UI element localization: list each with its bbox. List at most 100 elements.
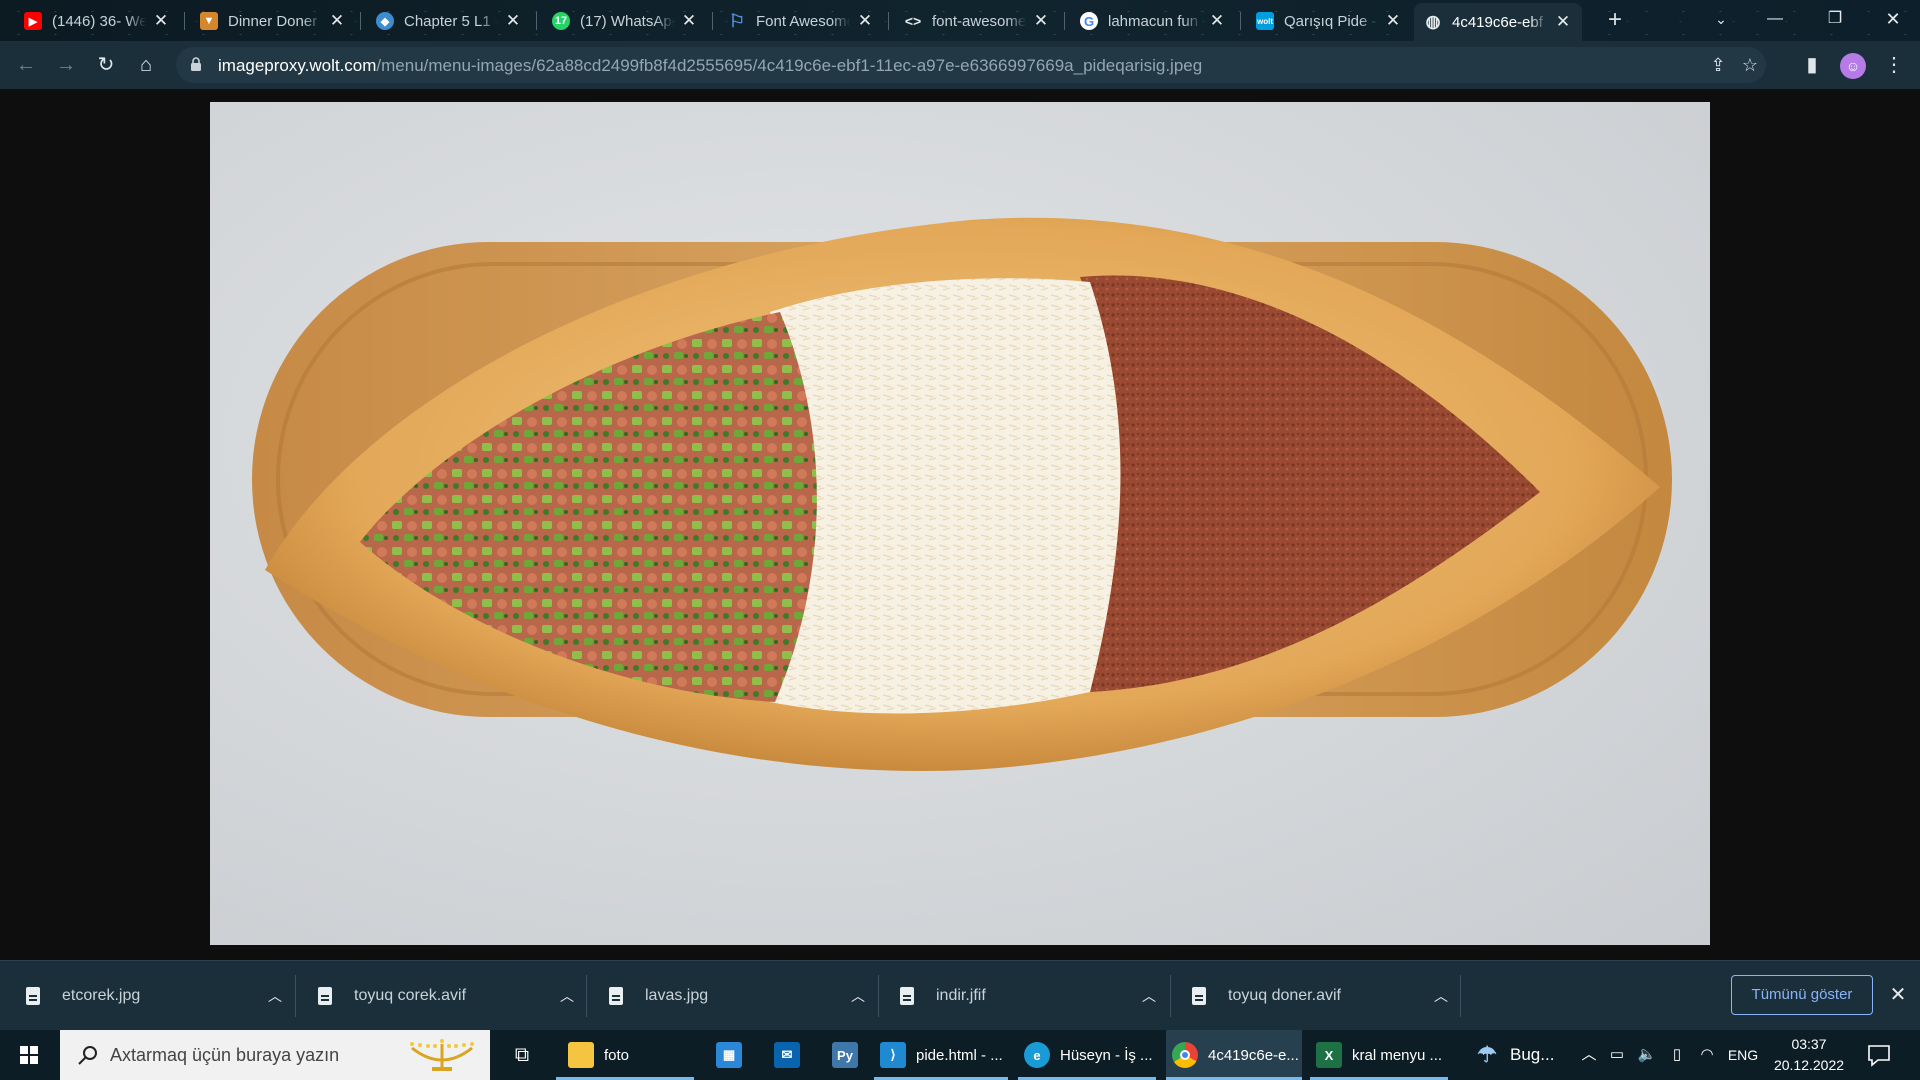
language-indicator[interactable]: ENG [1724, 1030, 1762, 1080]
home-button[interactable]: ⌂ [130, 49, 162, 81]
lock-icon[interactable] [190, 56, 202, 72]
task-view-icon[interactable]: ⧉ [504, 1030, 540, 1080]
download-item[interactable]: etcorek.jpg ︿ [0, 961, 290, 1031]
wifi-icon[interactable]: ◠ [1694, 1030, 1720, 1080]
chrome-icon [1172, 1042, 1198, 1068]
edge-icon: e [1024, 1042, 1050, 1068]
reload-button[interactable]: ↻ [90, 49, 122, 81]
tab-dinner-doner[interactable]: ▼ Dinner Doner ✕ [190, 6, 356, 36]
restore-button[interactable]: ❐ [1808, 0, 1862, 41]
menu-kebab-icon[interactable]: ⋮ [1878, 49, 1910, 81]
taskbar-app-label: Hüseyn - İş ... [1060, 1046, 1153, 1064]
image-viewer [0, 89, 1920, 960]
url-host: imageproxy.wolt.com [218, 56, 377, 75]
taskbar-app-vscode[interactable]: ⟩ pide.html - ... [874, 1030, 1008, 1080]
tab-whatsapp[interactable]: 17 (17) WhatsApp ✕ [542, 6, 708, 36]
close-tab-icon[interactable]: ✕ [856, 11, 874, 31]
download-shelf: etcorek.jpg ︿ toyuq corek.avif ︿ lavas.j… [0, 960, 1920, 1030]
file-icon [318, 987, 332, 1005]
pide-photo[interactable] [210, 102, 1710, 945]
whatsapp-icon: 17 [552, 12, 570, 30]
windows-taskbar: Axtarmaq üçün buraya yazın ⧉ foto ▦ ✉ Py… [0, 1030, 1920, 1080]
device-icon[interactable]: ▯ [1664, 1030, 1690, 1080]
chevron-up-icon[interactable]: ︿ [1134, 986, 1164, 1006]
share-icon[interactable]: ⇪ [1706, 53, 1730, 77]
close-tab-icon[interactable]: ✕ [1032, 11, 1050, 31]
taskbar-app-label: kral menyu ... [1352, 1046, 1443, 1064]
close-tab-icon[interactable]: ✕ [328, 11, 346, 31]
doner-icon: ▼ [200, 12, 218, 30]
file-icon [26, 987, 40, 1005]
tab-chapter[interactable]: ◆ Chapter 5 L1 - ✕ [366, 6, 532, 36]
profile-avatar[interactable]: ☺ [1840, 53, 1866, 79]
download-item[interactable]: toyuq doner.avif ︿ [1166, 961, 1456, 1031]
close-shelf-icon[interactable]: ✕ [1884, 981, 1912, 1009]
back-button[interactable]: ← [10, 49, 42, 81]
taskbar-app-label: foto [604, 1046, 630, 1064]
flag-icon: ⚐ [728, 10, 746, 31]
taskbar-search-box[interactable]: Axtarmaq üçün buraya yazın [60, 1030, 490, 1080]
taskbar-app-excel[interactable]: X kral menyu ... [1310, 1030, 1448, 1080]
clock-date: 20.12.2022 [1773, 1057, 1845, 1073]
close-tab-icon[interactable]: ✕ [680, 11, 698, 31]
taskbar-app-store[interactable]: ▦ [706, 1030, 752, 1080]
tab-title: lahmacun fun [1108, 12, 1199, 30]
code-icon: <> [904, 13, 922, 29]
chevron-up-icon[interactable]: ︿ [260, 986, 290, 1006]
chevron-up-icon[interactable]: ︿ [1426, 986, 1456, 1006]
tab-font-awesome-code[interactable]: <> font-awesome ✕ [894, 6, 1060, 36]
download-item[interactable]: indir.jfif ︿ [874, 961, 1164, 1031]
close-tab-icon[interactable]: ✕ [152, 11, 170, 31]
tab-search-icon[interactable]: ⌄ [1694, 0, 1748, 41]
tab-title: Font Awesome [756, 12, 850, 30]
taskbar-app-chrome[interactable]: 4c419c6e-e... [1166, 1030, 1302, 1080]
download-item[interactable]: lavas.jpg ︿ [583, 961, 873, 1031]
taskbar-app-edge[interactable]: e Hüseyn - İş ... [1018, 1030, 1156, 1080]
windows-start-icon[interactable] [0, 1030, 58, 1080]
close-window-button[interactable]: ✕ [1866, 0, 1920, 41]
tab-wolt-pide[interactable]: wolt Qarışıq Pide - ✕ [1246, 6, 1412, 36]
menorah-icon[interactable] [406, 1038, 478, 1072]
bookmark-star-icon[interactable]: ☆ [1738, 53, 1762, 77]
taskbar-app-mail[interactable]: ✉ [764, 1030, 810, 1080]
show-hidden-icons[interactable]: ︿ [1578, 1030, 1600, 1080]
taskbar-app-python[interactable]: Py [822, 1030, 868, 1080]
mail-icon: ✉ [774, 1042, 800, 1068]
address-bar[interactable]: imageproxy.wolt.com/menu/menu-images/62a… [176, 47, 1766, 83]
battery-icon[interactable]: ▭ [1604, 1030, 1630, 1080]
tab-active-image[interactable]: ◍ 4c419c6e-ebf ✕ [1414, 3, 1582, 41]
volume-icon[interactable]: 🔈 [1634, 1030, 1660, 1080]
download-item[interactable]: toyuq corek.avif ︿ [292, 961, 582, 1031]
chevron-up-icon[interactable]: ︿ [552, 986, 582, 1006]
close-tab-icon[interactable]: ✕ [1208, 11, 1226, 31]
close-tab-icon[interactable]: ✕ [1384, 11, 1402, 31]
download-filename: toyuq corek.avif [354, 987, 467, 1004]
file-icon [609, 987, 623, 1005]
forward-button[interactable]: → [50, 49, 82, 81]
tab-strip: ▶ (1446) 36- Web ✕ ▼ Dinner Doner ✕ ◆ Ch… [0, 0, 1920, 41]
vscode-icon: ⟩ [880, 1042, 906, 1068]
pluralsight-icon: ◆ [376, 12, 394, 30]
url-text[interactable]: imageproxy.wolt.com/menu/menu-images/62a… [218, 56, 1202, 76]
wolt-icon: wolt [1256, 12, 1274, 30]
chevron-up-icon[interactable]: ︿ [843, 986, 873, 1006]
excel-icon: X [1316, 1042, 1342, 1068]
tab-font-awesome[interactable]: ⚐ Font Awesome ✕ [718, 6, 884, 36]
show-all-downloads-button[interactable]: Tümünü göster [1731, 975, 1873, 1015]
taskbar-weather[interactable]: ☂ Bug... [1470, 1030, 1570, 1080]
tab-youtube[interactable]: ▶ (1446) 36- Web ✕ [14, 6, 180, 36]
close-tab-icon[interactable]: ✕ [1554, 12, 1572, 32]
python-icon: Py [832, 1042, 858, 1068]
close-tab-icon[interactable]: ✕ [504, 11, 522, 31]
taskbar-clock[interactable]: 03:37 20.12.2022 [1766, 1034, 1852, 1076]
taskbar-app-explorer[interactable]: foto [556, 1030, 694, 1080]
globe-icon: ◍ [1425, 12, 1441, 31]
notification-center-icon[interactable] [1866, 1042, 1892, 1068]
tab-title: Dinner Doner [228, 12, 318, 30]
tab-google-lahmacun[interactable]: G lahmacun fun ✕ [1070, 6, 1236, 36]
new-tab-button[interactable]: + [1600, 6, 1630, 36]
taskbar-app-label: 4c419c6e-e... [1208, 1046, 1299, 1064]
clock-time: 03:37 [1791, 1036, 1827, 1052]
side-panel-icon[interactable]: ▮ [1796, 49, 1828, 81]
minimize-button[interactable]: — [1748, 0, 1802, 41]
